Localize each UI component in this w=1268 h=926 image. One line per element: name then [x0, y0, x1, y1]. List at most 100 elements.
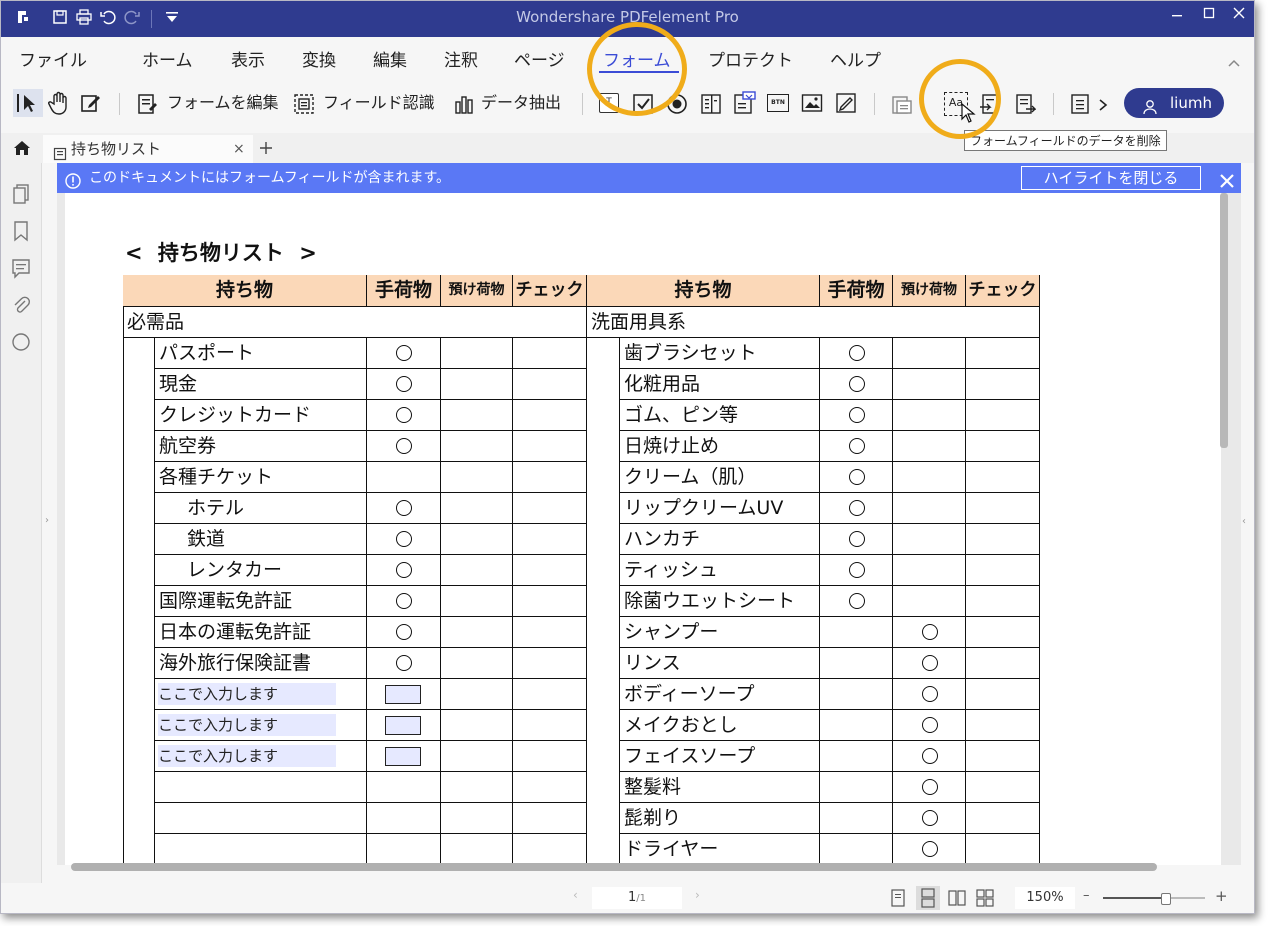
carry-on-mark — [396, 345, 412, 361]
button-tool-icon[interactable]: BTN — [767, 94, 789, 112]
menu-file[interactable]: ファイル — [19, 46, 87, 71]
left-cell-5-3 — [513, 493, 587, 524]
right-cell-5-3 — [966, 493, 1040, 524]
collapse-ribbon-icon[interactable] — [1227, 55, 1241, 69]
checked-baggage-mark — [922, 686, 938, 702]
form-text-field[interactable]: ここで入力します — [158, 745, 336, 767]
document-title: < 持ち物リスト > — [125, 237, 317, 267]
page-indicator[interactable]: 1/1 — [592, 887, 682, 909]
thumbnails-icon[interactable] — [11, 183, 31, 205]
left-item-14 — [154, 772, 367, 803]
form-align-icon[interactable] — [891, 93, 913, 115]
left-cell-16-1 — [367, 834, 441, 865]
left-cell-4-2 — [441, 462, 513, 493]
form-checkbox-field[interactable] — [385, 716, 421, 735]
bookmark-icon[interactable] — [11, 220, 31, 242]
right-cell-9-3 — [966, 617, 1040, 648]
menu-page[interactable]: ページ — [514, 46, 565, 71]
menu-help[interactable]: ヘルプ — [830, 46, 881, 71]
expand-sidebar-icon[interactable]: › — [45, 515, 49, 526]
combo-box-tool-icon[interactable] — [733, 91, 757, 115]
form-more-icon[interactable] — [1069, 93, 1091, 115]
left-cell-14-1 — [367, 772, 441, 803]
close-highlight-button[interactable]: ハイライトを閉じる — [1021, 166, 1201, 190]
left-cell-16-2 — [441, 834, 513, 865]
right-item-11: ボディーソープ — [619, 679, 820, 710]
left-cell-8-3 — [513, 586, 587, 617]
left-cell-15-3 — [513, 803, 587, 834]
zoom-slider[interactable] — [1103, 893, 1205, 905]
data-extract-button[interactable]: データ抽出 — [481, 91, 561, 115]
right-cell-7-2 — [893, 555, 966, 586]
form-text-field[interactable]: ここで入力します — [158, 683, 336, 705]
attachment-icon[interactable] — [11, 294, 31, 316]
zoom-slider-fill — [1103, 897, 1165, 899]
left-cell-10-2 — [441, 648, 513, 679]
header-right-1: 手荷物 — [820, 275, 893, 307]
horizontal-scrollbar[interactable] — [71, 863, 1157, 871]
close-window-button[interactable] — [1223, 3, 1254, 27]
select-tool-button[interactable] — [13, 89, 43, 117]
maximize-button[interactable] — [1193, 3, 1225, 27]
list-box-tool-icon[interactable] — [700, 93, 722, 115]
total-pages: /1 — [636, 893, 646, 904]
right-cell-16-3 — [966, 834, 1040, 865]
left-cell-5-2 — [441, 493, 513, 524]
minimize-button[interactable] — [1161, 3, 1193, 27]
edit-form-button[interactable]: フォームを編集 — [167, 91, 279, 115]
zoom-level[interactable]: 150% — [1015, 887, 1075, 909]
search-icon[interactable] — [11, 331, 31, 353]
home-icon[interactable] — [13, 139, 31, 157]
signature-field-tool-icon[interactable] — [835, 92, 857, 114]
field-recognition-icon — [293, 93, 315, 115]
menu-comment[interactable]: 注釈 — [444, 46, 478, 71]
form-checkbox-field[interactable] — [385, 685, 421, 704]
form-text-field[interactable]: ここで入力します — [158, 714, 336, 736]
single-page-view-icon[interactable] — [890, 889, 906, 907]
image-field-tool-icon[interactable] — [801, 93, 823, 113]
checked-baggage-mark — [922, 717, 938, 733]
carry-on-mark — [849, 593, 865, 609]
user-name: liumh — [1170, 94, 1212, 112]
comments-icon[interactable] — [11, 257, 31, 279]
zoom-in-icon[interactable]: + — [1215, 887, 1228, 905]
left-cell-12-3 — [513, 710, 587, 741]
hand-tool-icon[interactable] — [48, 90, 72, 116]
form-checkbox-field[interactable] — [385, 747, 421, 766]
next-page-icon[interactable]: › — [695, 888, 700, 902]
user-account-button[interactable]: liumh — [1124, 88, 1224, 118]
left-item-10: 海外旅行保険証書 — [154, 648, 367, 679]
menu-convert[interactable]: 変換 — [302, 46, 336, 71]
right-cell-14-1 — [820, 772, 893, 803]
menu-edit[interactable]: 編集 — [373, 46, 407, 71]
left-item-7: レンタカー — [154, 555, 367, 586]
edit-tool-icon[interactable] — [79, 91, 103, 115]
vertical-scrollbar[interactable] — [1220, 193, 1228, 448]
right-item-5: リップクリームUV — [619, 493, 820, 524]
field-recognition-button[interactable]: フィールド認識 — [323, 91, 435, 115]
menu-view[interactable]: 表示 — [231, 46, 265, 71]
expand-right-panel-icon[interactable]: ‹ — [1242, 516, 1246, 527]
export-form-data-icon[interactable] — [1014, 93, 1037, 115]
zoom-out-icon[interactable]: – — [1083, 888, 1090, 903]
prev-page-icon[interactable]: ‹ — [573, 888, 578, 902]
section-right: 洗面用具系 — [587, 307, 1040, 338]
carry-on-mark — [849, 531, 865, 547]
new-tab-icon[interactable] — [257, 137, 275, 159]
ribbon-scroll-right-icon[interactable] — [1097, 97, 1109, 111]
document-viewport[interactable]: < 持ち物リスト > 持ち物 手荷物 預け荷物 チェック 持ち物 手荷物 預け荷物 チェック必… — [57, 193, 1241, 865]
tab-close-icon[interactable]: × — [233, 135, 245, 163]
prev-arrow-icon: < — [125, 241, 143, 265]
left-cell-1-3 — [513, 369, 587, 400]
menu-protect[interactable]: プロテクト — [708, 46, 793, 71]
tab-document[interactable]: 持ち物リスト × — [43, 135, 253, 163]
right-item-3: 日焼け止め — [619, 431, 820, 462]
continuous-view-icon[interactable] — [916, 886, 940, 910]
two-page-view-icon[interactable] — [948, 889, 966, 907]
close-infobar-icon[interactable] — [1219, 170, 1235, 188]
menu-home[interactable]: ホーム — [142, 46, 193, 71]
left-cell-3-3 — [513, 431, 587, 462]
zoom-slider-thumb[interactable] — [1161, 893, 1171, 905]
grid-view-icon[interactable] — [976, 889, 994, 907]
carry-on-mark — [396, 562, 412, 578]
